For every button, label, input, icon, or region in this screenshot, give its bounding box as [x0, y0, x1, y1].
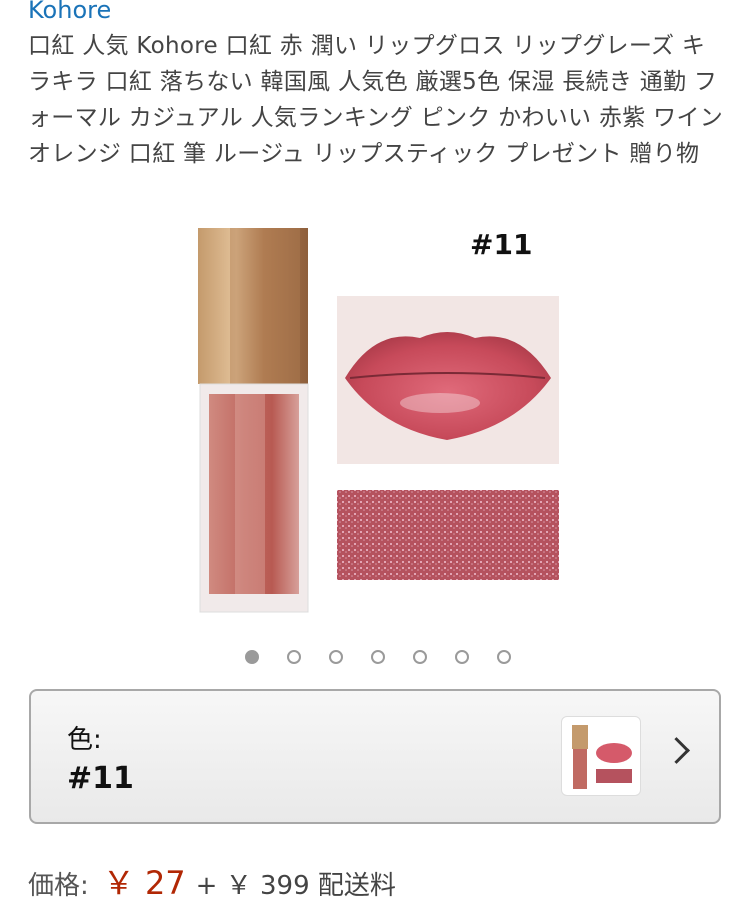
product-image[interactable]: #11 [185, 218, 585, 618]
color-selector-label: 色: [67, 725, 102, 755]
color-selector-value: #11 [67, 761, 134, 796]
variant-label: #11 [470, 228, 533, 261]
price-value: ￥ 27 [102, 864, 186, 902]
carousel-dot[interactable] [455, 650, 469, 664]
carousel-dot[interactable] [245, 650, 259, 664]
carousel-dot[interactable] [371, 650, 385, 664]
carousel-indicator [0, 650, 750, 670]
price-label: 価格: [28, 871, 89, 901]
product-title: 口紅 人気 Kohore 口紅 赤 潤い リップグロス リップグレーズ キラキラ… [28, 33, 724, 167]
carousel-dot[interactable] [329, 650, 343, 664]
color-selector[interactable]: 色: #11 [29, 689, 721, 824]
price-row: 価格: ￥ 27 + ￥ 399 配送料 [28, 858, 396, 904]
lip-gloss-product-illustration [198, 228, 559, 613]
chevron-right-icon[interactable] [663, 737, 690, 764]
color-thumbnail [561, 716, 641, 796]
brand-link[interactable]: Kohore [28, 0, 111, 26]
carousel-dot[interactable] [497, 650, 511, 664]
carousel-dot[interactable] [287, 650, 301, 664]
carousel-dot[interactable] [413, 650, 427, 664]
shipping-fee: + ￥ 399 配送料 [195, 871, 396, 901]
